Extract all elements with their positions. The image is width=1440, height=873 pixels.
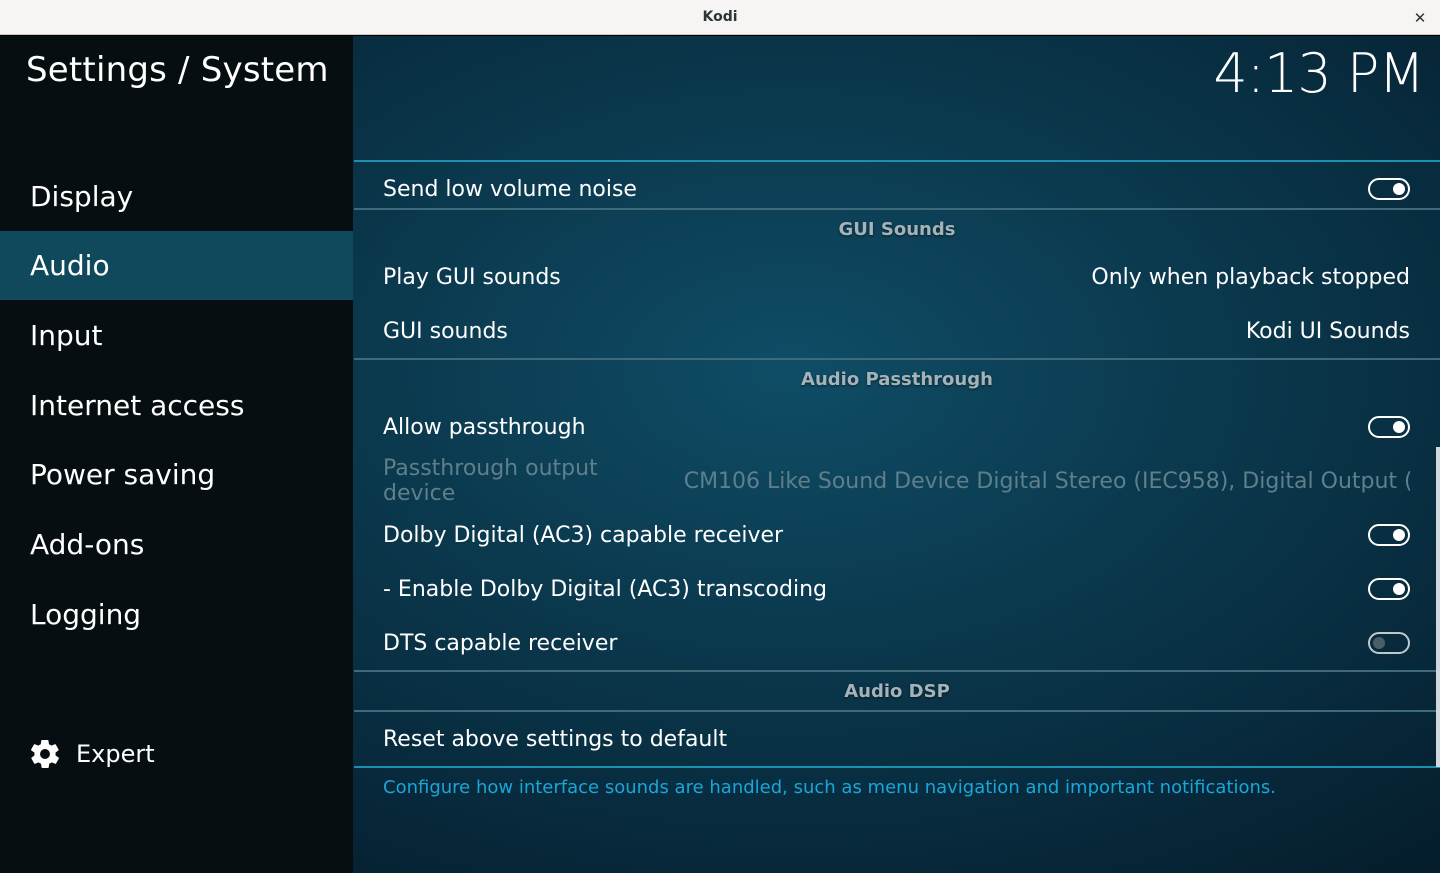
toggle-knob [1373,636,1385,649]
sidebar-item-input[interactable]: Input [0,301,353,370]
setting-label: Play GUI sounds [383,264,561,290]
clock: 4:13 PM [1213,42,1425,105]
settings-level-button[interactable]: Expert [28,736,155,772]
setting-allow-passthrough[interactable]: Allow passthrough [354,400,1440,454]
sidebar-item-add-ons[interactable]: Add-ons [0,510,353,579]
toggle-switch[interactable] [1368,632,1410,654]
setting-label: Passthrough output device [383,456,598,506]
window-title: Kodi [702,9,738,25]
sidebar-item-power-saving[interactable]: Power saving [0,440,353,509]
section-header-audio-dsp: Audio DSP [844,681,950,702]
setting-label: Send low volume noise [383,176,637,202]
setting-value: Only when playback stopped [1091,264,1410,290]
setting-dts-receiver[interactable]: DTS capable receiver [354,616,1440,670]
setting-label: Allow passthrough [383,414,586,440]
setting-label: DTS capable receiver [383,630,618,656]
setting-passthrough-output-device: Passthrough output device CM106 Like Sou… [354,454,1440,508]
setting-value: CM106 Like Sound Device Digital Stereo (… [683,468,1410,494]
sidebar: Settings / System Display Audio Input In… [0,36,353,873]
sidebar-item-audio[interactable]: Audio [0,231,353,300]
toggle-switch[interactable] [1368,578,1410,600]
setting-label: Reset above settings to default [383,726,728,752]
sidebar-item-display[interactable]: Display [0,162,353,231]
toggle-switch[interactable] [1368,524,1410,546]
toggle-switch[interactable] [1368,416,1410,438]
setting-reset-defaults[interactable]: Reset above settings to default [354,712,1440,766]
settings-level-label: Expert [76,740,155,768]
toggle-knob [1393,182,1405,195]
setting-label: GUI sounds [383,318,508,344]
divider [354,766,1440,768]
setting-label: - Enable Dolby Digital (AC3) transcoding [383,576,827,602]
toggle-switch[interactable] [1368,178,1410,200]
kodi-window: Kodi ✕ Settings / System Display Audio I… [0,0,1440,873]
gear-icon [31,739,59,769]
toggle-knob [1393,528,1405,541]
setting-value: Kodi UI Sounds [1245,318,1410,344]
page-title: Settings / System [26,50,329,90]
toggle-knob [1393,582,1405,595]
scrollbar[interactable] [1436,447,1440,767]
sidebar-item-logging[interactable]: Logging [0,580,353,649]
close-icon[interactable]: ✕ [1410,8,1430,28]
setting-dolby-ac3-receiver[interactable]: Dolby Digital (AC3) capable receiver [354,508,1440,562]
setting-label: Dolby Digital (AC3) capable receiver [383,522,784,548]
toggle-knob [1393,420,1405,433]
sidebar-item-internet-access[interactable]: Internet access [0,371,353,440]
setting-gui-sounds[interactable]: GUI sounds Kodi UI Sounds [354,304,1440,358]
setting-play-gui-sounds[interactable]: Play GUI sounds Only when playback stopp… [354,250,1440,304]
section-header-audio-passthrough: Audio Passthrough [801,369,993,390]
app-area: Settings / System Display Audio Input In… [0,36,1440,873]
help-text: Configure how interface sounds are handl… [383,777,1277,798]
section-header-gui-sounds: GUI Sounds [838,219,956,240]
setting-dolby-ac3-transcoding[interactable]: - Enable Dolby Digital (AC3) transcoding [354,562,1440,616]
window-titlebar: Kodi ✕ [0,0,1440,35]
